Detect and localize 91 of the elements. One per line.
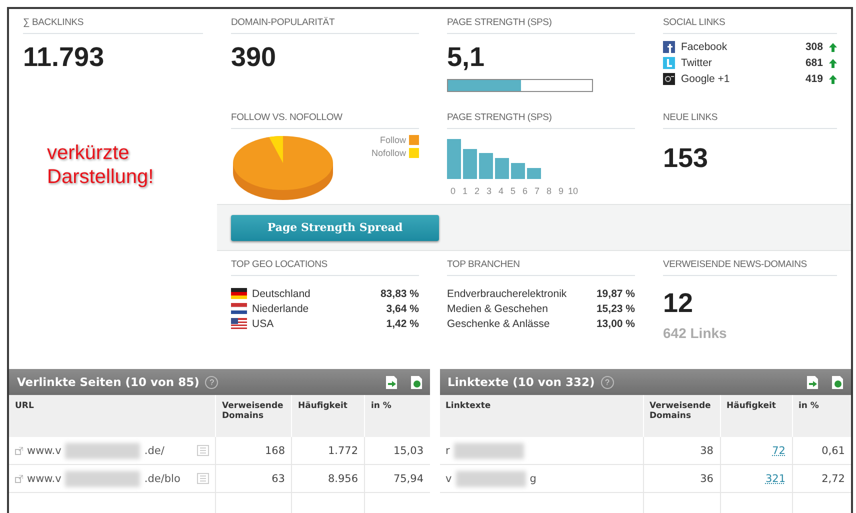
blurred-text bbox=[456, 470, 526, 486]
axis-label: 1 bbox=[461, 186, 468, 196]
text-fragment: .de/ bbox=[144, 444, 164, 456]
flag-icon bbox=[231, 318, 247, 329]
table-cell: 2,72 bbox=[792, 465, 851, 493]
column-header[interactable]: in % bbox=[792, 395, 851, 437]
table-cell: 38 bbox=[642, 437, 720, 465]
flag-icon bbox=[231, 303, 247, 314]
share-value: 19,87 % bbox=[596, 288, 635, 300]
social-count: 681 bbox=[805, 57, 823, 69]
backlinks-count: 11.793 bbox=[23, 44, 106, 71]
social-network-name: Google +1 bbox=[681, 73, 730, 85]
social-network-name: Facebook bbox=[681, 41, 728, 53]
social-count: 419 bbox=[805, 73, 823, 85]
share-value: 15,23 % bbox=[596, 302, 635, 314]
links-count: 642 Links bbox=[663, 325, 728, 341]
table-cell: 8.956 bbox=[291, 465, 364, 493]
industry-name: Medien & Geschehen bbox=[447, 302, 548, 314]
axis-label: 4 bbox=[497, 186, 504, 196]
text-fragment: .de/blo bbox=[144, 472, 180, 484]
annotation-text: verkürzte Darstellung! bbox=[47, 141, 155, 189]
social-network-name: Twitter bbox=[681, 57, 712, 69]
section-heading: FOLLOW VS. NOFOLLOW bbox=[231, 112, 419, 129]
external-link-icon[interactable] bbox=[15, 446, 23, 454]
new-links-count: 153 bbox=[663, 145, 710, 172]
share-value: 1,42 % bbox=[386, 318, 419, 330]
table-cell: 63 bbox=[215, 465, 291, 493]
section-heading: ∑ BACKLINKS bbox=[23, 17, 203, 34]
text-fragment: g bbox=[530, 472, 536, 484]
section-heading: TOP BRANCHEN bbox=[447, 259, 635, 276]
add-document-icon[interactable] bbox=[832, 376, 843, 388]
section-heading: TOP GEO LOCATIONS bbox=[231, 259, 419, 276]
column-header[interactable]: Linktexte bbox=[440, 395, 642, 437]
table-cell: 168 bbox=[215, 437, 291, 465]
axis-label: 5 bbox=[509, 186, 516, 196]
flag-icon bbox=[231, 288, 247, 299]
country-name: USA bbox=[252, 318, 274, 330]
country-name: Deutschland bbox=[252, 288, 310, 300]
table-cell: 75,94 bbox=[364, 465, 430, 493]
section-heading: VERWEISENDE NEWS-DOMAINS bbox=[663, 259, 837, 276]
column-header[interactable]: Häufigkeit bbox=[291, 395, 364, 437]
blurred-text bbox=[454, 442, 524, 458]
twitter-icon bbox=[663, 57, 675, 69]
section-heading: SOCIAL LINKS bbox=[663, 17, 837, 34]
column-header[interactable]: Verweisende Domains bbox=[215, 395, 291, 437]
column-header[interactable]: in % bbox=[364, 395, 430, 437]
export-icon[interactable] bbox=[386, 376, 396, 388]
text-fragment: www.v bbox=[27, 444, 62, 456]
axis-label: 9 bbox=[557, 186, 564, 196]
frequency-link[interactable]: 321 bbox=[765, 472, 786, 484]
axis-label: 2 bbox=[473, 186, 480, 196]
social-count: 308 bbox=[805, 41, 823, 53]
section-heading: PAGE STRENGTH (SPS) bbox=[447, 112, 635, 129]
column-header[interactable]: Häufigkeit bbox=[720, 395, 792, 437]
industry-name: Geschenke & Anlässe bbox=[447, 318, 550, 330]
table-cell: 1.772 bbox=[291, 437, 364, 465]
share-value: 13,00 % bbox=[596, 318, 635, 330]
table-cell: 0,61 bbox=[792, 437, 851, 465]
domain-popularity-value: 390 bbox=[231, 44, 278, 71]
axis-label: 0 bbox=[449, 186, 456, 196]
export-icon[interactable] bbox=[807, 376, 818, 388]
table-cell: 36 bbox=[642, 465, 720, 493]
panel-title: Verlinkte Seiten (10 von 85) bbox=[17, 375, 200, 389]
legend-label: Follow bbox=[380, 135, 406, 145]
axis-label: 10 bbox=[567, 186, 579, 196]
text-fragment: v bbox=[446, 472, 452, 484]
panel-title: Linktexte (10 von 332) bbox=[448, 375, 595, 389]
section-heading: PAGE STRENGTH (SPS) bbox=[447, 17, 635, 34]
axis-label: 7 bbox=[533, 186, 540, 196]
news-domains-count: 12 bbox=[663, 290, 694, 317]
facebook-icon bbox=[663, 41, 675, 53]
country-name: Niederlande bbox=[252, 302, 309, 314]
share-value: 3,64 % bbox=[386, 302, 419, 314]
google-plus-icon bbox=[663, 73, 675, 85]
industry-name: Endverbraucherelektronik bbox=[447, 288, 567, 300]
section-heading: NEUE LINKS bbox=[663, 112, 837, 129]
legend-label: Nofollow bbox=[371, 148, 406, 158]
page-strength-value: 5,1 bbox=[447, 44, 486, 71]
external-link-icon[interactable] bbox=[15, 474, 23, 482]
axis-label: 3 bbox=[485, 186, 492, 196]
axis-label: 6 bbox=[521, 186, 528, 196]
column-header[interactable]: URL bbox=[9, 395, 215, 437]
share-value: 83,83 % bbox=[380, 288, 419, 300]
axis-label: 8 bbox=[545, 186, 552, 196]
table-cell: 15,03 bbox=[364, 437, 430, 465]
column-header[interactable]: Verweisende Domains bbox=[642, 395, 720, 437]
add-document-icon[interactable] bbox=[410, 376, 422, 388]
section-heading: DOMAIN-POPULARITÄT bbox=[231, 17, 419, 34]
text-fragment: www.v bbox=[27, 472, 62, 484]
text-fragment: r bbox=[446, 444, 450, 456]
frequency-link[interactable]: 72 bbox=[772, 444, 786, 456]
